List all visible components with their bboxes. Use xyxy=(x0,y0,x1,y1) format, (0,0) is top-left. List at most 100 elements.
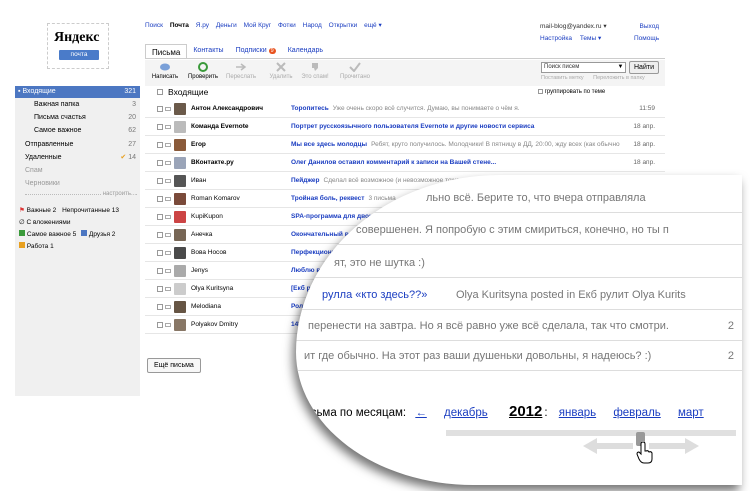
month-january[interactable]: январь xyxy=(559,407,596,419)
tab-subscriptions-label: Подписки xyxy=(235,47,267,54)
green-label-icon xyxy=(19,230,25,236)
row-checkbox[interactable] xyxy=(157,322,163,328)
row-sender: Jenys xyxy=(191,267,208,274)
table-row[interactable]: Антон Александрович Торопитесь Уже очень с… xyxy=(145,100,665,118)
group-toggle[interactable]: группировать по теме xyxy=(538,89,605,95)
label-unread[interactable]: Непрочитанные 13 xyxy=(62,207,119,214)
select-all-checkbox[interactable] xyxy=(157,89,163,95)
folder-happiness[interactable]: Письма счастья 20 xyxy=(15,112,140,124)
prev-arrow-icon[interactable]: ← xyxy=(415,407,427,419)
folder-inbox[interactable]: ▪ Входящие 321 xyxy=(15,86,140,98)
label-work[interactable]: Работа 1 xyxy=(27,243,54,250)
folder-most-important[interactable]: Самое важное 62 xyxy=(15,125,140,137)
label-important[interactable]: Важные 2 xyxy=(27,207,57,214)
folder-drafts[interactable]: Черновики xyxy=(15,178,140,190)
row-checkbox[interactable] xyxy=(157,250,163,256)
paperclip-icon: ∅ xyxy=(19,219,25,226)
zoom-row[interactable]: перенести на завтра. Но я всё равно уже … xyxy=(296,311,742,341)
settings-link[interactable]: Настройка xyxy=(540,35,572,42)
folder-spam[interactable]: Спам xyxy=(15,165,140,177)
configure-link[interactable]: настроить... xyxy=(100,191,136,197)
row-checkbox[interactable] xyxy=(157,196,163,202)
row-checkbox[interactable] xyxy=(157,214,163,220)
find-button[interactable]: Найти xyxy=(629,61,659,74)
avatar xyxy=(174,247,186,259)
row-checkbox[interactable] xyxy=(157,286,163,292)
envelope-icon[interactable] xyxy=(165,107,171,111)
zoom-row[interactable]: рулла «кто здесь??» Olya Kuritsyna poste… xyxy=(296,280,742,310)
mark-read-button[interactable]: Прочитано xyxy=(337,62,373,80)
tab-mail[interactable]: Письма xyxy=(145,44,188,59)
row-checkbox[interactable] xyxy=(157,268,163,274)
envelope-icon[interactable] xyxy=(165,179,171,183)
nav-search[interactable]: Поиск xyxy=(145,22,163,29)
themes-link[interactable]: Темы ▾ xyxy=(580,35,601,42)
month-february[interactable]: февраль xyxy=(613,407,660,419)
envelope-icon[interactable] xyxy=(165,233,171,237)
row-sender: Егор xyxy=(191,141,206,148)
row-checkbox[interactable] xyxy=(157,304,163,310)
nav-cards[interactable]: Открытки xyxy=(329,22,358,29)
envelope-icon[interactable] xyxy=(165,215,171,219)
folder-deleted[interactable]: Удаленные ✔ 14 xyxy=(15,152,140,164)
month-march[interactable]: март xyxy=(678,407,704,419)
row-checkbox[interactable] xyxy=(157,106,163,112)
zoom-row[interactable]: ят, это не шутка :) xyxy=(296,248,742,278)
tab-subscriptions[interactable]: Подписки 9 xyxy=(230,44,282,59)
folder-important[interactable]: Важная папка 3 xyxy=(15,99,140,111)
row-checkbox[interactable] xyxy=(157,178,163,184)
envelope-icon[interactable] xyxy=(165,287,171,291)
nav-moikrug[interactable]: Мой Круг xyxy=(244,22,272,29)
envelope-icon[interactable] xyxy=(165,269,171,273)
nav-yaru[interactable]: Я.ру xyxy=(196,22,209,29)
envelope-icon[interactable] xyxy=(165,125,171,129)
yandex-logo[interactable]: Яндекс почта xyxy=(47,23,109,69)
row-checkbox[interactable] xyxy=(157,160,163,166)
year-label[interactable]: 2012 xyxy=(509,403,542,420)
zoom-row[interactable]: ит где обычно. На этот раз ваши душеньки… xyxy=(296,341,742,371)
search-input[interactable]: Поиск писем xyxy=(541,62,626,73)
tab-contacts[interactable]: Контакты xyxy=(187,44,229,59)
label-attachments[interactable]: С вложениями xyxy=(26,219,70,226)
help-link[interactable]: Помощь xyxy=(634,33,659,45)
search-actions: Поставить метку Переложить в папку xyxy=(541,75,645,81)
envelope-icon[interactable] xyxy=(165,305,171,309)
compose-button[interactable]: Написать xyxy=(147,62,183,80)
table-row[interactable]: Команда Evernote Портрет русскоязычного п… xyxy=(145,118,665,136)
move-to-folder-link[interactable]: Переложить в папку xyxy=(593,75,645,81)
envelope-icon[interactable] xyxy=(165,143,171,147)
zoom-row[interactable]: совершенен. Я попробую с этим смириться,… xyxy=(296,215,742,245)
row-checkbox[interactable] xyxy=(157,124,163,130)
nav-mail[interactable]: Почта xyxy=(170,22,189,29)
tab-calendar[interactable]: Календарь xyxy=(282,44,329,59)
table-row[interactable]: Егор Мы все здесь молодцы Ребят, круто пол… xyxy=(145,136,665,154)
nav-more[interactable]: ещё ▾ xyxy=(364,22,382,29)
label-most-important[interactable]: Самое важное 5 xyxy=(27,231,76,238)
row-checkbox[interactable] xyxy=(157,142,163,148)
exit-link[interactable]: Выход xyxy=(634,21,659,33)
search-options-arrow[interactable]: ▼ xyxy=(615,62,626,73)
spam-button[interactable]: Это спам! xyxy=(297,62,333,80)
month-december[interactable]: декабрь xyxy=(444,407,488,419)
envelope-icon[interactable] xyxy=(165,323,171,327)
envelope-icon[interactable] xyxy=(165,251,171,255)
check-button[interactable]: Проверить xyxy=(185,62,221,80)
user-email[interactable]: mail-blog@yandex.ru ▾ xyxy=(540,21,607,33)
delete-button[interactable]: Удалить xyxy=(263,62,299,80)
envelope-icon[interactable] xyxy=(165,161,171,165)
nav-money[interactable]: Деньги xyxy=(216,22,237,29)
zoom-row[interactable]: льно всё. Берите то, что вчера отправлял… xyxy=(296,183,742,213)
row-checkbox[interactable] xyxy=(157,232,163,238)
avatar xyxy=(174,229,186,241)
folder-sent[interactable]: Отправленные 27 xyxy=(15,139,140,151)
more-messages-button[interactable]: Ещё письма xyxy=(147,358,201,373)
folder-label: Самое важное xyxy=(34,127,82,134)
envelope-icon[interactable] xyxy=(165,197,171,201)
nav-fotki[interactable]: Фотки xyxy=(278,22,296,29)
set-label-link[interactable]: Поставить метку xyxy=(541,75,584,81)
forward-button[interactable]: Переслать xyxy=(223,62,259,80)
table-row[interactable]: ВКонтакте.ру Олег Данилов оставил коммент… xyxy=(145,154,665,172)
nav-narod[interactable]: Народ xyxy=(303,22,322,29)
label-friends[interactable]: Друзья 2 xyxy=(89,231,116,238)
row-sender: Melodiana xyxy=(191,303,221,310)
